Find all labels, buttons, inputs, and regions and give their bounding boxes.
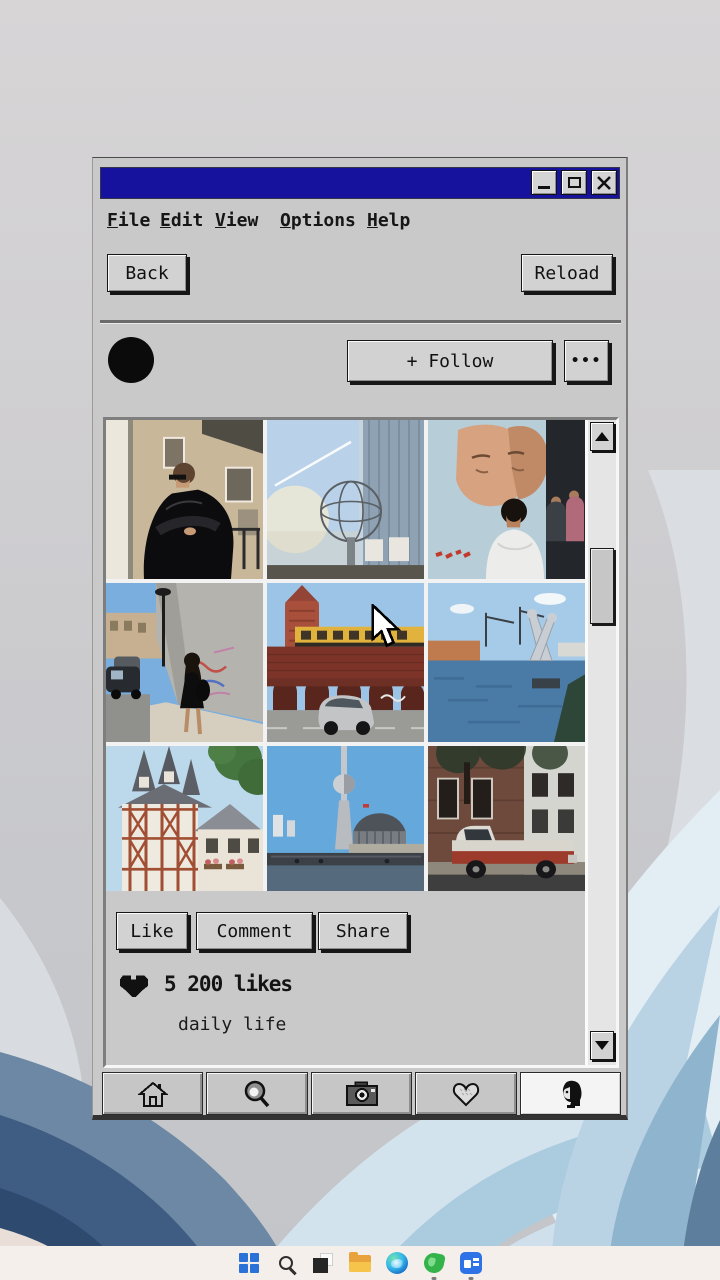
minimize-icon — [538, 186, 550, 189]
menubar: File Edit View Options Help — [93, 210, 626, 236]
green-app-button[interactable] — [422, 1251, 446, 1275]
follow-button[interactable]: + Follow — [347, 340, 553, 382]
like-button[interactable]: Like — [116, 912, 188, 950]
arrow-down-icon — [595, 1041, 609, 1050]
menu-edit[interactable]: Edit — [160, 210, 203, 231]
post-thumbnail-2[interactable] — [267, 420, 424, 579]
desktop: File Edit View Options Help Back Reload … — [0, 0, 720, 1280]
menu-file[interactable]: File — [107, 210, 150, 231]
search-icon — [279, 1256, 293, 1270]
tab-home[interactable] — [102, 1072, 203, 1115]
minimize-button[interactable] — [531, 170, 557, 195]
post-thumbnail-7[interactable] — [106, 746, 263, 891]
post-thumbnail-9[interactable] — [428, 746, 585, 891]
photo-world-clock — [267, 420, 424, 579]
windows-logo-icon — [239, 1253, 259, 1273]
photo-bridge-train — [267, 583, 424, 742]
task-view-icon — [312, 1252, 334, 1274]
photo-grid — [106, 420, 585, 891]
edge-browser-button[interactable] — [385, 1251, 409, 1275]
folder-icon — [349, 1255, 371, 1272]
post-thumbnail-3[interactable] — [428, 420, 585, 579]
search-icon — [242, 1079, 272, 1109]
titlebar[interactable] — [100, 167, 620, 199]
windows-start-button[interactable] — [237, 1251, 261, 1275]
close-icon — [597, 176, 611, 190]
scrollbar-thumb[interactable] — [590, 548, 614, 624]
edge-icon — [386, 1252, 408, 1274]
photo-street-walk — [106, 583, 263, 742]
task-view-button[interactable] — [311, 1251, 335, 1275]
app-window: File Edit View Options Help Back Reload … — [92, 157, 628, 1120]
tab-profile[interactable] — [520, 1072, 621, 1115]
feed-panel: Like Comment Share 5 200 likes daily lif… — [103, 417, 619, 1068]
photo-pickup-truck — [428, 746, 585, 891]
close-button[interactable] — [591, 170, 617, 195]
post-thumbnail-1[interactable] — [106, 420, 263, 579]
share-button[interactable]: Share — [318, 912, 408, 950]
green-app-icon — [422, 1251, 446, 1275]
post-caption: daily life — [178, 1014, 286, 1035]
tab-search[interactable] — [206, 1072, 307, 1115]
photo-molecule-man — [428, 583, 585, 742]
likes-count: 5 200 likes — [164, 972, 292, 996]
camera-icon — [346, 1081, 378, 1107]
photo-tv-tower — [267, 746, 424, 891]
heart-outline-icon — [451, 1080, 481, 1108]
post-thumbnail-5[interactable] — [267, 583, 424, 742]
taskbar — [0, 1246, 720, 1280]
photo-woman-leather-jacket — [106, 420, 263, 579]
maximize-button[interactable] — [561, 170, 587, 195]
photo-kiss-mural — [428, 420, 585, 579]
reload-button[interactable]: Reload — [521, 254, 613, 292]
tab-activity[interactable] — [415, 1072, 516, 1115]
divider — [100, 320, 621, 323]
post-thumbnail-6[interactable] — [428, 583, 585, 742]
scroll-down-button[interactable] — [590, 1031, 614, 1060]
tab-camera[interactable] — [311, 1072, 412, 1115]
back-button[interactable]: Back — [107, 254, 187, 292]
profile-avatar[interactable] — [108, 337, 154, 383]
window-controls — [531, 170, 617, 195]
menu-view[interactable]: View — [215, 210, 258, 231]
likes-row: 5 200 likes — [118, 970, 292, 998]
blue-app-button[interactable] — [459, 1251, 483, 1275]
taskbar-search-button[interactable] — [274, 1251, 298, 1275]
comment-button[interactable]: Comment — [196, 912, 313, 950]
post-thumbnail-8[interactable] — [267, 746, 424, 891]
menu-options[interactable]: Options — [280, 210, 356, 231]
arrow-up-icon — [595, 432, 609, 441]
file-explorer-button[interactable] — [348, 1251, 372, 1275]
home-icon — [138, 1080, 168, 1108]
blue-app-icon — [460, 1252, 482, 1274]
maximize-icon — [568, 177, 581, 188]
tab-bar — [102, 1072, 621, 1115]
profile-icon — [557, 1079, 583, 1109]
heart-icon — [118, 970, 150, 998]
menu-help[interactable]: Help — [367, 210, 410, 231]
post-thumbnail-4[interactable] — [106, 583, 263, 742]
more-options-button[interactable]: ••• — [564, 340, 609, 382]
scroll-up-button[interactable] — [590, 422, 614, 451]
photo-half-timbered-house — [106, 746, 263, 891]
scrollbar[interactable] — [585, 420, 616, 1065]
